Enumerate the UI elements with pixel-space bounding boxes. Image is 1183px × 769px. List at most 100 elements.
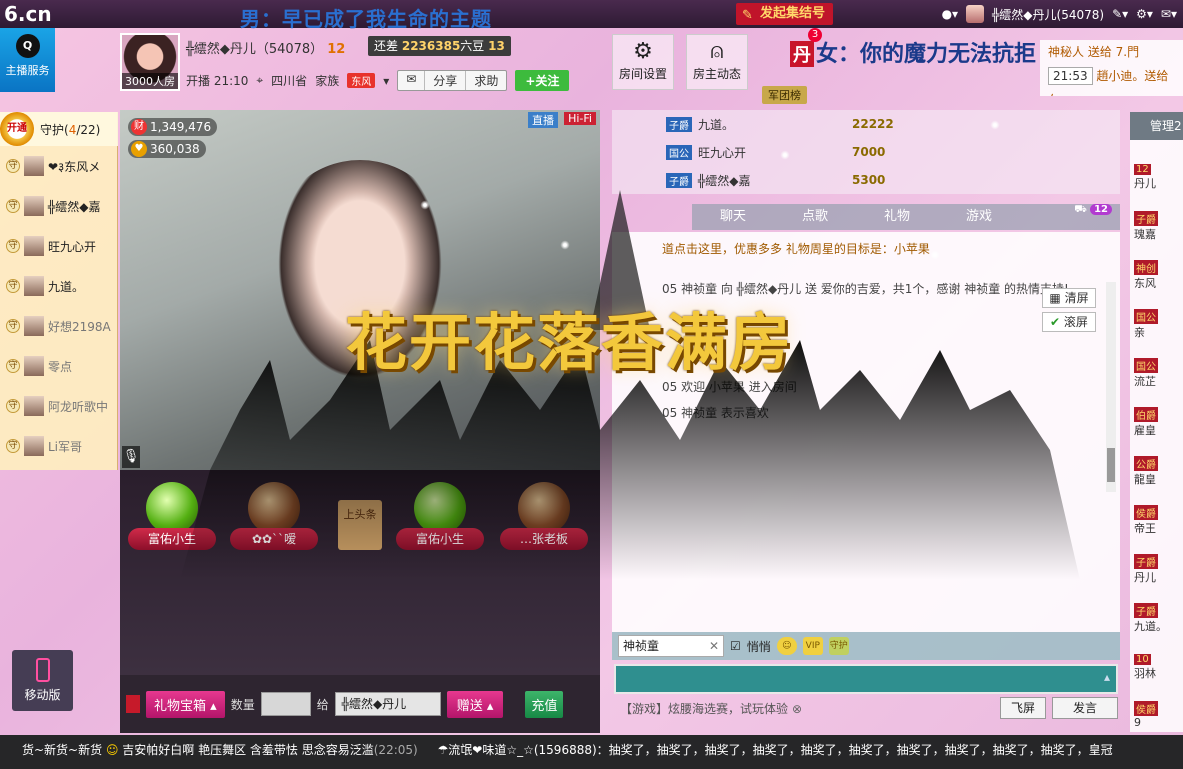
chevron-down-icon[interactable]: ▾: [383, 74, 389, 88]
tab-games[interactable]: 游戏: [938, 204, 1020, 230]
guard-shield-icon: 守: [6, 279, 20, 293]
manage-row[interactable]: 国公 流芷: [1134, 358, 1183, 389]
gift-pedestal[interactable]: 富佑小生: [396, 482, 484, 562]
manage-name: 雇皇: [1134, 424, 1156, 437]
game-promo[interactable]: 【游戏】炫腰海选赛，试玩体验 ⊗: [620, 700, 802, 717]
tab-gifts[interactable]: 礼物: [856, 204, 938, 230]
gift-bar: 礼物宝箱 ▴ 数量 给 ╬繧然◆丹儿 赠送 ▴ 充值: [120, 675, 600, 733]
video-stream[interactable]: 财 1,349,476 ♥ 360,038 直播 Hi-Fi 🎙: [120, 110, 600, 470]
clear-label: 清屏: [1064, 291, 1089, 305]
bottom-ticker: 货~新货~新货 ☺ 吉安帕好白啊 艳压舞区 含羞带怯 思念容易泛滥(22:05)…: [0, 735, 1183, 769]
send-gift-button[interactable]: 赠送 ▴: [446, 690, 504, 718]
manage-row[interactable]: 10 羽林: [1134, 652, 1183, 681]
pedestal-name: 富佑小生: [396, 528, 484, 550]
gift-icon[interactable]: [126, 695, 140, 713]
close-icon[interactable]: ✕: [709, 636, 719, 656]
user-avatar[interactable]: [966, 5, 985, 23]
trumpet-icon: ✎: [742, 8, 753, 23]
guard-item[interactable]: 守 阿龙听歌中: [6, 394, 114, 418]
guard-item[interactable]: 守 好想2198A: [6, 314, 114, 338]
guard-item[interactable]: 守 Li军哥: [6, 434, 114, 458]
guest-count[interactable]: ⛟ 12: [1074, 204, 1112, 217]
manage-row[interactable]: 12 丹儿: [1134, 162, 1183, 191]
fly-screen-button[interactable]: 飞屏: [1000, 697, 1046, 719]
rally-button[interactable]: ✎ 发起集结号: [736, 3, 834, 25]
promo-message[interactable]: 道点击这里，优惠多多 礼物周星的目标是：小苹果: [662, 240, 1102, 257]
follow-button[interactable]: +关注: [515, 70, 570, 91]
manage-row[interactable]: 国公亲: [1134, 309, 1183, 340]
clear-screen-button[interactable]: ▦ 清屏: [1042, 288, 1096, 308]
gift-pedestal[interactable]: 富佑小生: [128, 482, 216, 562]
help-button[interactable]: 求助: [466, 71, 506, 90]
gift-pedestal[interactable]: ✿✿``嗳: [230, 482, 318, 562]
chat-target[interactable]: 神祯童 ✕: [618, 635, 724, 657]
manage-row[interactable]: 子爵 丹儿: [1134, 554, 1183, 585]
tab-chat[interactable]: 聊天: [692, 204, 774, 230]
guard-item[interactable]: 守 ❤३东风メ: [6, 154, 114, 178]
manage-name: 丹儿: [1134, 571, 1156, 584]
scroll-thumb[interactable]: [1107, 448, 1115, 482]
headline-board[interactable]: 上头条: [338, 500, 382, 550]
whisper-checkbox[interactable]: ☑: [730, 639, 741, 653]
share-button[interactable]: 分享: [425, 71, 467, 90]
site-logo[interactable]: 6.cn: [4, 2, 52, 26]
guard-item[interactable]: 守 九道。: [6, 274, 114, 298]
message-icon[interactable]: ✉: [398, 71, 426, 90]
user-toolbar: ●▾ ╬繧然◆丹儿(54078) ✎▾ ⚙▾ ✉▾: [942, 4, 1177, 24]
gift-pedestal[interactable]: …张老板: [500, 482, 588, 562]
user-name[interactable]: ╬繧然◆丹儿(54078): [992, 6, 1104, 23]
manage-row[interactable]: 子爵 瑰嘉: [1134, 211, 1183, 242]
ranking-row[interactable]: 国公 旺九心开 7000: [666, 140, 1106, 164]
emoji-icon[interactable]: ☺: [776, 637, 797, 655]
gift-box-button[interactable]: 礼物宝箱 ▴: [146, 690, 225, 718]
ranking-row[interactable]: 子爵 ╬繧然◆嘉 5300: [666, 168, 1106, 192]
manage-tab[interactable]: 管理2: [1130, 112, 1183, 140]
quantity-input[interactable]: [260, 692, 311, 716]
recharge-button[interactable]: 充值: [525, 690, 564, 718]
edit-icon[interactable]: ✎▾: [1112, 7, 1128, 21]
hifi-badge[interactable]: Hi-Fi: [564, 112, 596, 125]
viewer-count: 3000人房: [122, 73, 178, 89]
guard-item[interactable]: 守 旺九心开: [6, 234, 114, 258]
mobile-version-button[interactable]: 移动版: [12, 650, 73, 711]
guard-item[interactable]: 守 零点: [6, 354, 114, 378]
manage-row[interactable]: 公爵 龍皇: [1134, 456, 1183, 487]
open-guard-button[interactable]: 开通: [0, 112, 34, 146]
vip-icon[interactable]: VIP: [802, 637, 823, 655]
auto-scroll-toggle[interactable]: ✔ 滚屏: [1042, 312, 1096, 332]
close-icon[interactable]: ⊗: [792, 702, 802, 716]
chat-options-row: 神祯童 ✕ ☑ 悄悄 ☺ VIP 守护: [612, 632, 1120, 660]
fans-icon: ♥: [131, 141, 147, 157]
host-service-button[interactable]: Q 主播服务: [0, 28, 55, 92]
manage-row[interactable]: 神创 东风: [1134, 260, 1183, 291]
smile-icon: ☺: [105, 743, 119, 757]
guard-icon[interactable]: 守护: [828, 637, 849, 655]
manage-row[interactable]: 侯爵 9: [1134, 701, 1183, 729]
need-unit: 六豆: [460, 39, 485, 53]
guard-title-text: 守护(: [40, 122, 69, 137]
chat-scrollbar[interactable]: [1106, 282, 1116, 492]
chevron-up-icon[interactable]: ▴: [1104, 670, 1110, 684]
live-badge[interactable]: 直播: [528, 112, 558, 128]
chat-input[interactable]: ▴: [614, 664, 1118, 694]
host-avatar[interactable]: 3000人房: [120, 33, 180, 91]
guard-shield-icon: 守: [6, 439, 20, 453]
manage-row[interactable]: 子爵 九道。: [1134, 603, 1183, 634]
ranking-row[interactable]: 子爵 九道。 22222: [666, 112, 1106, 136]
microphone-icon[interactable]: 🎙: [122, 446, 140, 468]
family-tag[interactable]: 东风: [347, 73, 376, 88]
tab-songs[interactable]: 点歌: [774, 204, 856, 230]
manage-row[interactable]: 伯爵 雇皇: [1134, 407, 1183, 438]
guard-item[interactable]: 守 ╬繧然◆嘉: [6, 194, 114, 218]
gear-icon[interactable]: ⚙▾: [1136, 7, 1153, 21]
action-group: ✉ 分享 求助: [397, 70, 508, 91]
host-feed-button[interactable]: ⍝ 房主动态: [686, 34, 748, 90]
status-dot-icon[interactable]: ●▾: [942, 7, 959, 21]
manage-row[interactable]: 侯爵 帝王: [1134, 505, 1183, 536]
recipient-select[interactable]: ╬繧然◆丹儿: [334, 692, 441, 716]
game-promo-text[interactable]: 【游戏】炫腰海选赛，试玩体验: [620, 702, 788, 716]
mail-icon[interactable]: ✉▾: [1161, 7, 1177, 21]
send-message-button[interactable]: 发言: [1052, 697, 1118, 719]
room-settings-button[interactable]: ⚙ 房间设置: [612, 34, 674, 90]
army-ranking-tab[interactable]: 军团榜: [762, 86, 807, 104]
